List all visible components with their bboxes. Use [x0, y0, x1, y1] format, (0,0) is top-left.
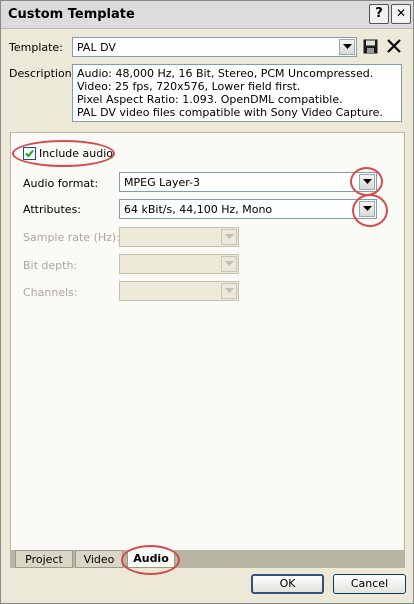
bit-depth-label: Bit depth:	[23, 259, 78, 272]
description-line: Pixel Aspect Ratio: 1.093. OpenDML compa…	[77, 93, 343, 106]
template-value: PAL DV	[77, 41, 116, 54]
chevron-down-icon	[221, 256, 237, 272]
chevron-down-icon[interactable]	[359, 201, 375, 217]
template-label: Template:	[9, 41, 63, 54]
chevron-down-icon	[221, 229, 237, 245]
channels-select[interactable]	[119, 281, 239, 301]
description-line: Audio: 48,000 Hz, 16 Bit, Stereo, PCM Un…	[77, 67, 374, 80]
include-audio-checkbox[interactable]	[23, 147, 36, 160]
attributes-value: 64 kBit/s, 44,100 Hz, Mono	[124, 203, 273, 216]
audio-format-select[interactable]: MPEG Layer-3	[119, 172, 377, 192]
description-line: PAL DV video files compatible with Sony …	[77, 106, 383, 119]
audio-format-label: Audio format:	[23, 177, 99, 190]
tab-project[interactable]: Project	[15, 550, 73, 568]
chevron-down-icon	[221, 283, 237, 299]
audio-format-value: MPEG Layer-3	[124, 176, 201, 189]
ok-button[interactable]: OK	[251, 574, 324, 594]
custom-template-dialog: Custom Template ? ✕ Template: PAL DV Des…	[0, 0, 414, 604]
description-box: Audio: 48,000 Hz, 16 Bit, Stereo, PCM Un…	[72, 64, 402, 122]
cancel-button[interactable]: Cancel	[333, 574, 406, 594]
template-select[interactable]: PAL DV	[72, 37, 357, 57]
sample-rate-label: Sample rate (Hz):	[23, 231, 120, 244]
attributes-select[interactable]: 64 kBit/s, 44,100 Hz, Mono	[119, 199, 377, 219]
close-button[interactable]: ✕	[391, 4, 411, 24]
chevron-down-icon[interactable]	[339, 39, 355, 55]
title-bar[interactable]: Custom Template ? ✕	[1, 1, 413, 29]
attributes-label: Attributes:	[23, 203, 82, 216]
tab-video[interactable]: Video	[75, 550, 123, 568]
tab-audio[interactable]: Audio	[127, 550, 175, 568]
description-line: Video: 25 fps, 720x576, Lower field firs…	[77, 80, 301, 93]
sample-rate-select[interactable]	[119, 227, 239, 247]
checkmark-icon	[25, 149, 34, 158]
channels-label: Channels:	[23, 286, 78, 299]
description-label: Description:	[9, 67, 76, 80]
window-title: Custom Template	[8, 7, 135, 22]
delete-x-icon[interactable]	[386, 38, 402, 54]
include-audio-label[interactable]: Include audio	[39, 147, 113, 160]
chevron-down-icon[interactable]	[359, 174, 375, 190]
save-disk-icon[interactable]	[363, 39, 378, 54]
audio-settings-panel	[10, 132, 405, 551]
help-button[interactable]: ?	[369, 4, 389, 24]
bit-depth-select[interactable]	[119, 254, 239, 274]
